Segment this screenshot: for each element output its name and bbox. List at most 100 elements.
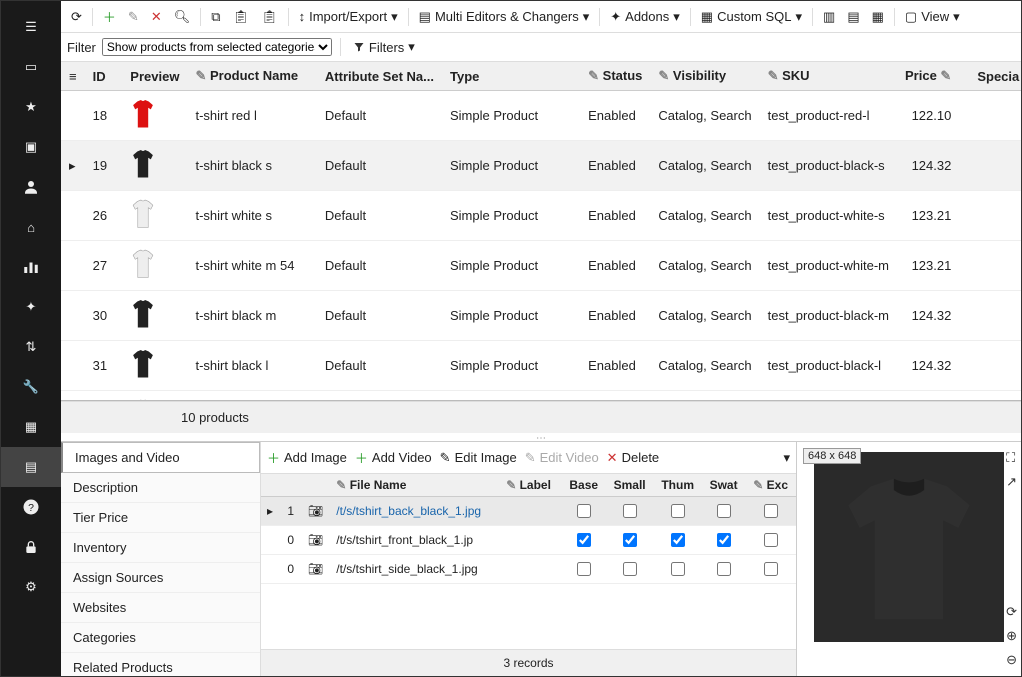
external-icon[interactable]: ↗ [1006, 474, 1017, 490]
house-icon[interactable]: ⌂ [1, 207, 61, 247]
media-col-header[interactable]: ✎ File Name [330, 474, 500, 497]
view-btn[interactable]: ▢ View ▾ [901, 7, 964, 27]
checkbox[interactable] [577, 504, 591, 518]
user-icon[interactable] [1, 167, 61, 207]
checkbox[interactable] [577, 533, 591, 547]
layout3-icon[interactable]: ▦ [868, 7, 888, 27]
detail-tab[interactable]: Tier Price [61, 503, 260, 533]
detail-tab[interactable]: Related Products [61, 653, 260, 676]
media-menu-icon[interactable]: ▾ [783, 450, 790, 466]
media-row[interactable]: 0📷︎/t/s/tshirt_side_black_1.jpg [261, 555, 796, 584]
layout2-icon[interactable]: ▤ [843, 7, 863, 27]
fullscreen-icon[interactable]: ⛶ [1006, 450, 1017, 466]
col-header[interactable]: ID [85, 62, 123, 91]
layout1-icon[interactable]: ▥ [819, 7, 839, 27]
checkbox[interactable] [717, 533, 731, 547]
media-row[interactable]: 0📷︎/t/s/tshirt_front_black_1.jp [261, 526, 796, 555]
media-col-header[interactable]: ✎ Label [500, 474, 562, 497]
image-dimensions: 648 x 648 [803, 448, 861, 464]
col-header[interactable]: ✎ SKU [760, 62, 897, 91]
rotate-icon[interactable]: ⟳ [1006, 604, 1017, 620]
media-col-header[interactable] [261, 474, 281, 497]
transfer-icon[interactable]: ⇅ [1, 327, 61, 367]
multi-editors-btn[interactable]: ▤ Multi Editors & Changers ▾ [415, 7, 594, 27]
wrench-icon[interactable]: 🔧 [1, 367, 61, 407]
col-header[interactable]: Type [442, 62, 580, 91]
detail-tab[interactable]: Inventory [61, 533, 260, 563]
table-row[interactable]: ▸19t-shirt black sDefaultSimple ProductE… [61, 141, 1021, 191]
detail-tab[interactable]: Websites [61, 593, 260, 623]
media-col-header[interactable]: Small [606, 474, 654, 497]
checkbox[interactable] [623, 504, 637, 518]
open-box-icon[interactable]: ▤ [1, 447, 61, 487]
checkbox[interactable] [717, 504, 731, 518]
filters-btn[interactable]: Filters ▾ [349, 37, 419, 57]
splitter[interactable]: ⋯ [61, 433, 1021, 441]
store-icon[interactable]: ▭ [1, 47, 61, 87]
checkbox[interactable] [764, 504, 778, 518]
chart-icon[interactable] [1, 247, 61, 287]
col-header[interactable]: ✎ Status [580, 62, 650, 91]
media-row[interactable]: ▸1📷︎/t/s/tshirt_back_black_1.jpg [261, 497, 796, 526]
add-image-btn[interactable]: ＋ Add Image [267, 448, 347, 467]
zoom-out-icon[interactable]: ⊖ [1006, 652, 1017, 668]
puzzle-icon[interactable]: ✦ [1, 287, 61, 327]
add-video-btn[interactable]: ＋ Add Video [355, 448, 432, 467]
refresh-icon[interactable]: ⟳ [67, 7, 86, 27]
checkbox[interactable] [764, 533, 778, 547]
lock-icon[interactable] [1, 527, 61, 567]
table-row[interactable]: 30t-shirt black mDefaultSimple ProductEn… [61, 291, 1021, 341]
col-header[interactable]: Specia [969, 62, 1021, 91]
media-col-header[interactable]: Swat [702, 474, 745, 497]
media-col-header[interactable]: Thum [653, 474, 701, 497]
image-preview[interactable] [814, 452, 1004, 642]
help-icon[interactable]: ? [1, 487, 61, 527]
pencil-icon[interactable]: ✎ [124, 7, 143, 27]
table-row[interactable]: 18t-shirt red lDefaultSimple ProductEnab… [61, 91, 1021, 141]
col-header[interactable]: ✎ Product Name [187, 62, 316, 91]
checkbox[interactable] [671, 533, 685, 547]
media-col-header[interactable] [301, 474, 331, 497]
table-row[interactable]: 27t-shirt white m 54DefaultSimple Produc… [61, 241, 1021, 291]
addons-btn[interactable]: ✦ Addons ▾ [606, 7, 684, 27]
zoom-in-icon[interactable]: ⊕ [1006, 628, 1017, 644]
checkbox[interactable] [671, 562, 685, 576]
col-header[interactable]: ✎ Visibility [650, 62, 759, 91]
checkbox[interactable] [623, 533, 637, 547]
checkbox[interactable] [764, 562, 778, 576]
detail-tab[interactable]: Images and Video [61, 442, 260, 473]
paste-icon[interactable]: 📋︎ [257, 7, 282, 27]
clipboard-icon[interactable]: 📋︎ [229, 7, 254, 27]
tiles-icon[interactable]: ▦ [1, 407, 61, 447]
product-footer: 10 products [61, 401, 1021, 433]
media-col-header[interactable]: Base [562, 474, 606, 497]
inbox-icon[interactable]: ▣ [1, 127, 61, 167]
col-header[interactable]: Preview [122, 62, 187, 91]
edit-image-btn[interactable]: ✎ Edit Image [440, 450, 517, 466]
checkbox[interactable] [623, 562, 637, 576]
col-header[interactable]: Attribute Set Na... [317, 62, 442, 91]
add-icon[interactable]: ＋ [99, 5, 120, 28]
delete-btn[interactable]: ✕ Delete [607, 450, 659, 466]
media-col-header[interactable]: ✎ Exc [745, 474, 796, 497]
checkbox[interactable] [717, 562, 731, 576]
checkbox[interactable] [671, 504, 685, 518]
col-header[interactable]: Price ✎ [897, 62, 969, 91]
delete-icon[interactable]: ✕ [147, 7, 166, 27]
detail-tab[interactable]: Categories [61, 623, 260, 653]
copy-icon[interactable]: ⧉ [207, 7, 224, 27]
table-row[interactable]: 26t-shirt white sDefaultSimple ProductEn… [61, 191, 1021, 241]
gear-icon[interactable]: ⚙ [1, 567, 61, 607]
checkbox[interactable] [577, 562, 591, 576]
filter-select[interactable]: Show products from selected categories [102, 38, 332, 56]
menu-icon[interactable]: ☰ [1, 7, 61, 47]
search-icon[interactable]: 🔍︎ [170, 7, 195, 27]
star-icon[interactable]: ★ [1, 87, 61, 127]
table-row[interactable]: 149t-shirt white l-12345DefaultConfigura… [61, 391, 1021, 402]
media-col-header[interactable] [281, 474, 301, 497]
custom-sql-btn[interactable]: ▦ Custom SQL ▾ [697, 7, 806, 27]
import-export-btn[interactable]: ↕ Import/Export ▾ [295, 7, 402, 27]
detail-tab[interactable]: Description [61, 473, 260, 503]
detail-tab[interactable]: Assign Sources [61, 563, 260, 593]
table-row[interactable]: 31t-shirt black lDefaultSimple ProductEn… [61, 341, 1021, 391]
